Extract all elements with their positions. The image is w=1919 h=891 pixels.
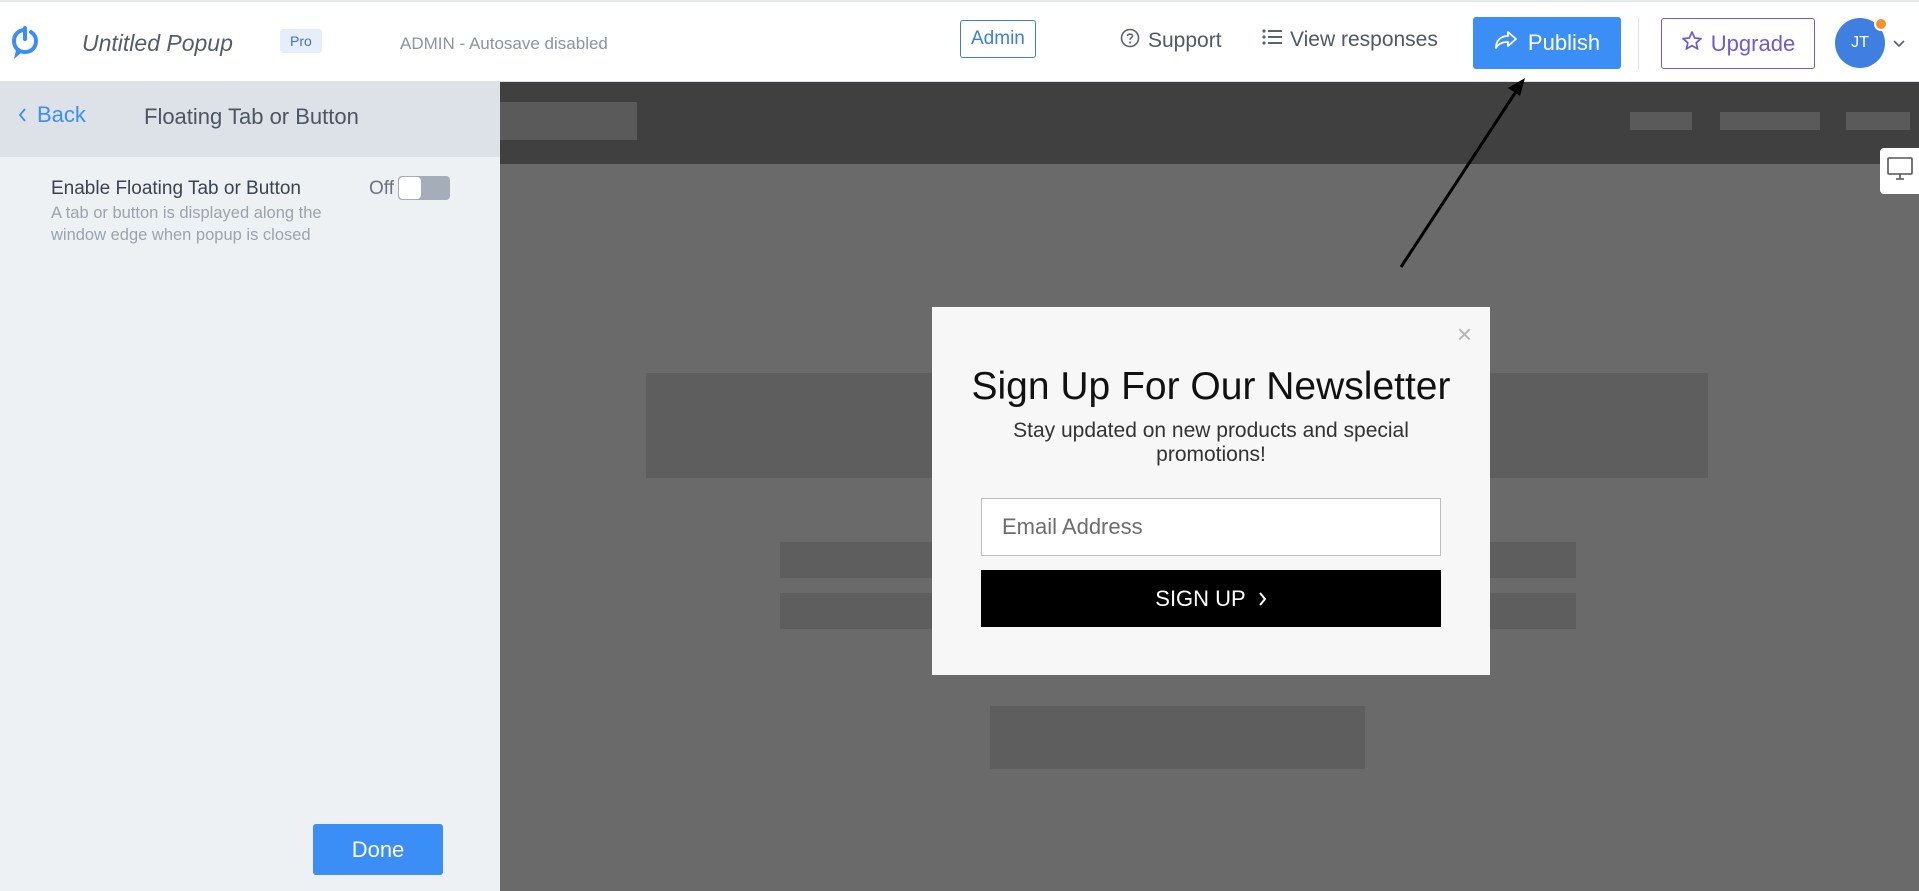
settings-panel: Back Floating Tab or Button Enable Float… — [0, 82, 500, 891]
back-label: Back — [37, 102, 86, 127]
share-icon — [1494, 30, 1518, 56]
newsletter-popup: × Sign Up For Our Newsletter Stay update… — [932, 307, 1490, 675]
list-icon — [1262, 28, 1282, 52]
support-link[interactable]: Support — [1120, 28, 1222, 54]
toggle-state-label: Off — [369, 178, 394, 199]
chevron-right-icon — [1258, 586, 1267, 612]
placeholder-logo — [500, 102, 637, 140]
top-bar: Untitled Popup Pro ADMIN - Autosave disa… — [0, 0, 1919, 82]
status-badge — [1874, 17, 1888, 31]
monitor-icon — [1886, 156, 1913, 186]
placeholder-nav-item — [1630, 112, 1692, 130]
close-icon[interactable]: × — [1457, 321, 1472, 347]
autosave-status: ADMIN - Autosave disabled — [400, 34, 608, 53]
publish-button[interactable]: Publish — [1473, 17, 1621, 69]
panel-title: Floating Tab or Button — [144, 104, 359, 129]
done-button[interactable]: Done — [313, 824, 443, 875]
popup-subtitle: Stay updated on new products and special… — [1013, 419, 1409, 466]
upgrade-label: Upgrade — [1710, 30, 1796, 56]
floating-tab-option-description: A tab or button is displayed along the w… — [51, 204, 322, 244]
placeholder-site-header — [500, 82, 1919, 164]
publish-label: Publish — [1527, 30, 1601, 55]
popup-title: Sign Up For Our Newsletter — [971, 365, 1451, 408]
admin-button[interactable]: Admin — [960, 20, 1036, 58]
upgrade-button[interactable]: Upgrade — [1661, 18, 1815, 69]
floating-tab-option-label: Enable Floating Tab or Button — [51, 178, 301, 199]
placeholder-button — [990, 706, 1365, 769]
pro-badge: Pro — [280, 29, 322, 53]
star-icon — [1681, 30, 1703, 58]
device-preview-toggle[interactable] — [1880, 148, 1919, 194]
panel-header: Back Floating Tab or Button — [0, 82, 500, 157]
back-button[interactable]: Back — [18, 102, 86, 128]
chevron-down-icon[interactable] — [1893, 35, 1905, 53]
popup-name[interactable]: Untitled Popup — [82, 30, 233, 57]
email-field[interactable] — [981, 498, 1441, 556]
view-responses-link[interactable]: View responses — [1262, 28, 1438, 52]
support-label: Support — [1148, 29, 1222, 52]
logo-icon[interactable] — [11, 26, 39, 60]
help-circle-icon — [1120, 28, 1140, 54]
chevron-left-icon — [18, 102, 27, 128]
signup-button[interactable]: SIGN UP — [981, 570, 1441, 627]
floating-tab-toggle[interactable] — [398, 176, 450, 200]
header-divider — [1638, 18, 1639, 70]
signup-label: SIGN UP — [1155, 585, 1246, 611]
view-responses-label: View responses — [1290, 28, 1438, 51]
placeholder-nav-item — [1720, 112, 1820, 130]
placeholder-nav-item — [1846, 112, 1910, 130]
toggle-knob — [399, 177, 421, 199]
